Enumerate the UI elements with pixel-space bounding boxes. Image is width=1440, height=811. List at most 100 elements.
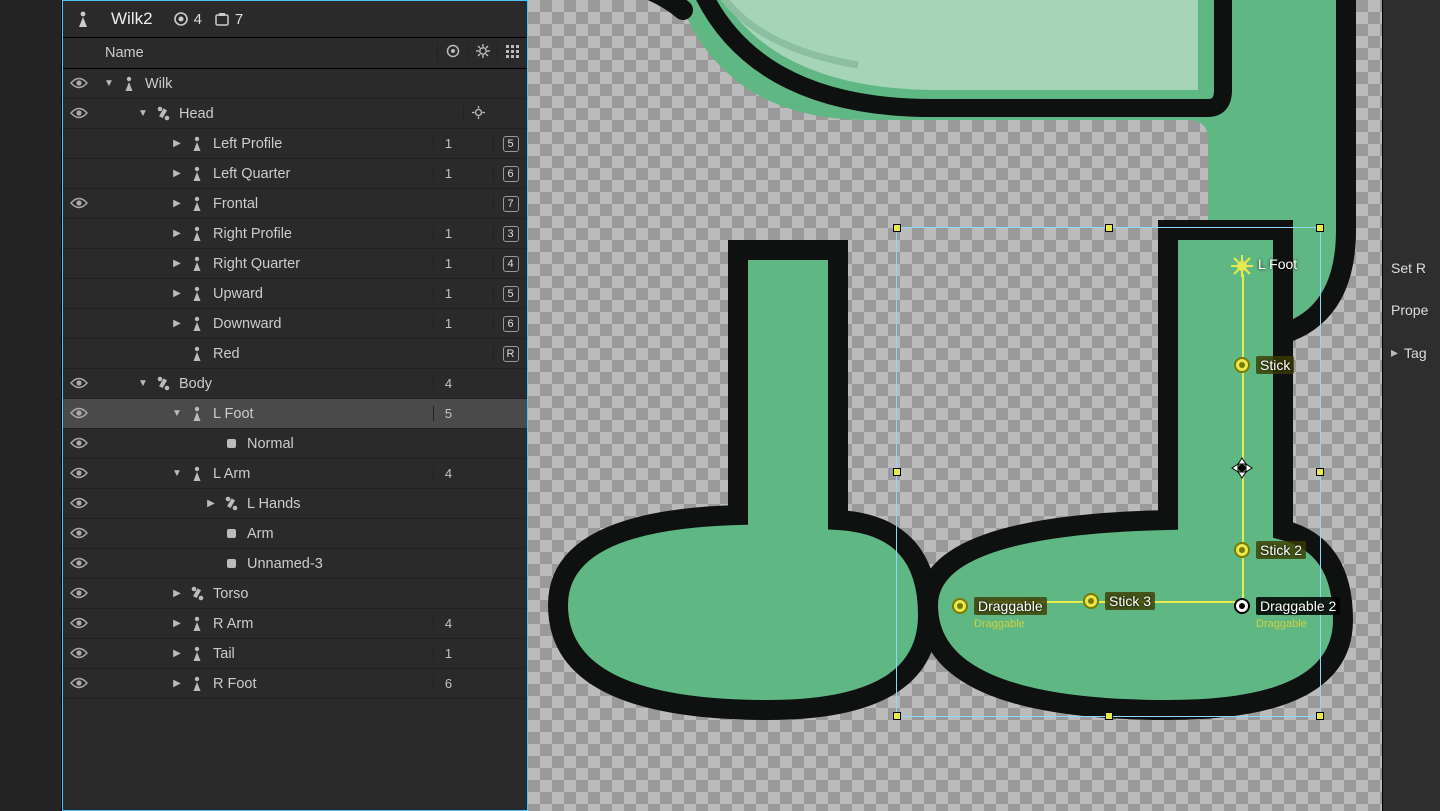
frame-count: 7 (235, 11, 243, 28)
visibility-toggle[interactable] (63, 376, 95, 392)
visibility-toggle[interactable] (63, 406, 95, 422)
node-draggable-sub: Draggable (974, 618, 1025, 630)
figure-icon (189, 676, 205, 691)
visibility-toggle[interactable] (63, 466, 95, 482)
tree-row[interactable]: ▶ L Hands (63, 489, 527, 519)
frame-count-icon (214, 11, 230, 27)
tree-row[interactable]: ▼ Wilk (63, 69, 527, 99)
col-key[interactable]: 6 (493, 165, 527, 182)
chevron-right-icon[interactable]: ▶ (171, 168, 183, 179)
col-count: 1 (433, 166, 463, 181)
tree-item-label: Wilk (145, 76, 172, 92)
visibility-toggle[interactable] (63, 526, 95, 542)
node-draggable[interactable] (952, 598, 968, 614)
column-grid-icon[interactable] (497, 44, 527, 62)
tree-row[interactable]: Arm (63, 519, 527, 549)
visibility-toggle[interactable] (63, 646, 95, 662)
tree-row[interactable]: ▼Body4 (63, 369, 527, 399)
chevron-down-icon[interactable]: ▼ (137, 108, 149, 119)
col-gear[interactable] (463, 105, 493, 123)
chevron-right-icon[interactable]: ▶ (171, 588, 183, 599)
chevron-right-icon[interactable]: ▶ (171, 138, 183, 149)
node-draggable2[interactable] (1234, 598, 1250, 614)
visibility-toggle[interactable] (63, 76, 95, 92)
col-key[interactable]: R (493, 345, 527, 362)
tree-row[interactable]: ▶Downward16 (63, 309, 527, 339)
handle-bl[interactable] (893, 712, 901, 720)
tree-item-label: Right Quarter (213, 256, 300, 272)
node-stick3[interactable] (1083, 593, 1099, 609)
chevron-down-icon[interactable]: ▼ (137, 378, 149, 389)
tree-row[interactable]: ▼L Arm4 (63, 459, 527, 489)
selection-bounds[interactable] (896, 227, 1321, 717)
tree-row[interactable]: ▶R Foot6 (63, 669, 527, 699)
chevron-right-icon[interactable]: ▶ (171, 648, 183, 659)
chevron-right-icon[interactable]: ▶ (171, 198, 183, 209)
node-lfoot[interactable] (1231, 255, 1253, 277)
handle-mr[interactable] (1316, 468, 1324, 476)
col-key[interactable]: 3 (493, 225, 527, 242)
node-stick2[interactable] (1234, 542, 1250, 558)
visibility-toggle[interactable] (63, 616, 95, 632)
figure-icon (189, 226, 205, 241)
handle-ml[interactable] (893, 468, 901, 476)
tree-row[interactable]: ▶Frontal7 (63, 189, 527, 219)
tree-row[interactable]: ▶R Arm4 (63, 609, 527, 639)
tree-row[interactable]: ▶Upward15 (63, 279, 527, 309)
hierarchy-tree[interactable]: ▼Wilk▼Head▶Left Profile15▶Left Quarter16… (63, 69, 527, 810)
chevron-right-icon[interactable]: ▶ (171, 618, 183, 629)
set-button[interactable]: Set R (1383, 256, 1440, 280)
tree-row[interactable]: Unnamed-3 (63, 549, 527, 579)
col-key[interactable]: 5 (493, 285, 527, 302)
visibility-toggle[interactable] (63, 496, 95, 512)
tree-row[interactable]: ▼L Foot5 (63, 399, 527, 429)
tree-row[interactable]: ▶Left Quarter16 (63, 159, 527, 189)
tree-row[interactable]: Normal (63, 429, 527, 459)
col-count: 1 (433, 226, 463, 241)
chevron-right-icon[interactable]: ▶ (171, 258, 183, 269)
tree-row[interactable]: ▶Right Quarter14 (63, 249, 527, 279)
handle-tr[interactable] (1316, 224, 1324, 232)
tree-row[interactable]: RedR (63, 339, 527, 369)
handle-tc[interactable] (1105, 224, 1113, 232)
chevron-right-icon[interactable]: ▶ (171, 318, 183, 329)
column-name[interactable]: Name (99, 45, 437, 61)
tree-item-label: Arm (247, 526, 274, 542)
pivot-icon[interactable] (1230, 456, 1250, 476)
col-key[interactable]: 4 (493, 255, 527, 272)
visibility-toggle[interactable] (63, 196, 95, 212)
chevron-right-icon[interactable]: ▶ (171, 678, 183, 689)
visibility-toggle[interactable] (63, 106, 95, 122)
tag-row[interactable]: ▸Tag (1383, 340, 1440, 365)
chevron-right-icon[interactable]: ▶ (171, 288, 183, 299)
handle-tl[interactable] (893, 224, 901, 232)
chevron-down-icon[interactable]: ▼ (171, 408, 183, 419)
canvas-viewport[interactable]: L Foot Stick Stick 2 Stick 3 Draggable D… (528, 0, 1382, 811)
visibility-toggle[interactable] (63, 556, 95, 572)
tree-row[interactable]: ▶Right Profile13 (63, 219, 527, 249)
column-gear-icon[interactable] (467, 43, 497, 63)
col-key[interactable]: 7 (493, 195, 527, 212)
visibility-toggle[interactable] (63, 436, 95, 452)
chevron-down-icon[interactable]: ▼ (171, 468, 183, 479)
figure-icon (189, 346, 205, 361)
visibility-toggle[interactable] (63, 676, 95, 692)
tree-row[interactable]: ▶Tail1 (63, 639, 527, 669)
column-target-icon[interactable] (437, 43, 467, 63)
tree-row[interactable]: ▼Head (63, 99, 527, 129)
visibility-toggle[interactable] (63, 586, 95, 602)
node-stick[interactable] (1234, 357, 1250, 373)
node-stick-label: Stick (1256, 356, 1294, 374)
chevron-down-icon[interactable]: ▼ (103, 78, 115, 89)
tree-row[interactable]: ▶Torso (63, 579, 527, 609)
col-key[interactable]: 5 (493, 135, 527, 152)
handle-bc[interactable] (1105, 712, 1113, 720)
tree-item-label: L Hands (247, 496, 300, 512)
col-key[interactable]: 6 (493, 315, 527, 332)
handle-br[interactable] (1316, 712, 1324, 720)
chevron-right-icon[interactable]: ▶ (205, 498, 217, 509)
tree-row[interactable]: ▶Left Profile15 (63, 129, 527, 159)
chevron-right-icon[interactable]: ▶ (171, 228, 183, 239)
properties-header[interactable]: Prope (1383, 298, 1440, 322)
col-count: 5 (433, 406, 463, 421)
